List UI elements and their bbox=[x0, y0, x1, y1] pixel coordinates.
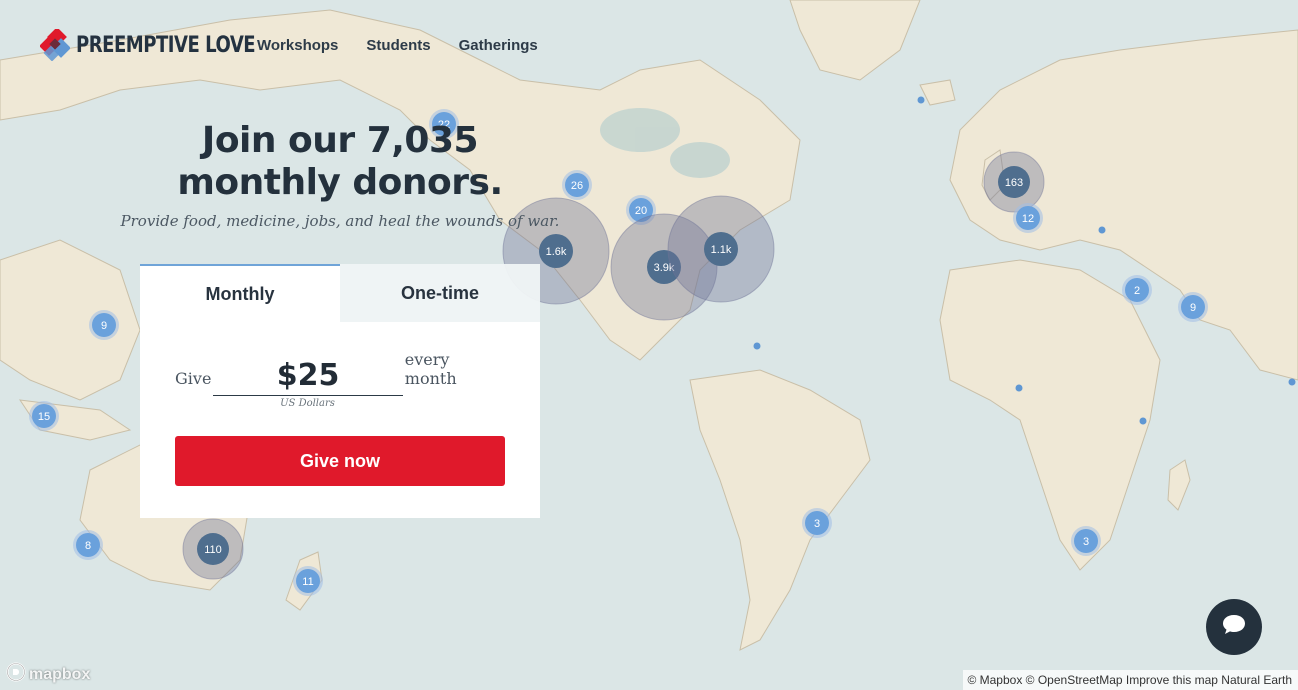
map-cluster-marker[interactable]: 3 bbox=[802, 508, 832, 538]
page-title: Join our 7,035 monthly donors. bbox=[140, 120, 540, 204]
map-point-marker[interactable] bbox=[753, 342, 761, 350]
brand-name: PREEMPTIVE LOVE bbox=[76, 32, 256, 58]
map-cluster-marker[interactable]: 3 bbox=[1071, 526, 1101, 556]
cluster-count: 15 bbox=[38, 411, 50, 423]
map-cluster-marker[interactable]: 2 bbox=[1122, 275, 1152, 305]
map-point-marker[interactable] bbox=[1015, 384, 1023, 392]
attribution-mapbox[interactable]: © Mapbox bbox=[967, 673, 1022, 687]
map-cluster-marker[interactable]: 9 bbox=[1178, 292, 1208, 322]
currency-note: US Dollars bbox=[280, 398, 335, 409]
mapbox-icon bbox=[6, 662, 26, 687]
cluster-count: 26 bbox=[571, 180, 583, 192]
map-cluster-marker[interactable]: 12 bbox=[1013, 203, 1043, 233]
nav-students[interactable]: Students bbox=[366, 37, 430, 54]
logo-diamond-icon bbox=[39, 27, 71, 62]
chat-button[interactable] bbox=[1206, 599, 1262, 655]
donate-form: Give every month US Dollars Give now bbox=[140, 322, 540, 518]
map-cluster-marker[interactable]: 163 bbox=[983, 151, 1045, 213]
map-cluster-marker[interactable]: 9 bbox=[89, 310, 119, 340]
cluster-count: 9 bbox=[101, 320, 107, 332]
nav-gatherings[interactable]: Gatherings bbox=[459, 37, 538, 54]
donate-card: Monthly One-time Give every month US Dol… bbox=[140, 264, 540, 518]
period-label: every month bbox=[404, 350, 457, 388]
cluster-count: 163 bbox=[1005, 177, 1023, 189]
tab-monthly[interactable]: Monthly bbox=[140, 264, 340, 322]
cluster-count: 11 bbox=[302, 576, 313, 588]
cluster-count: 1.1k bbox=[711, 244, 732, 256]
cluster-count: 20 bbox=[635, 205, 647, 217]
cluster-count: 2 bbox=[1134, 285, 1140, 297]
attribution-osm[interactable]: © OpenStreetMap bbox=[1026, 673, 1123, 687]
attribution-improve-map[interactable]: Improve this map bbox=[1126, 673, 1218, 687]
chat-bubble-icon bbox=[1220, 612, 1248, 643]
subheading: Provide food, medicine, jobs, and heal t… bbox=[120, 212, 560, 230]
cluster-count: 110 bbox=[204, 544, 222, 556]
mapbox-wordmark: mapbox bbox=[29, 665, 91, 683]
tab-one-time[interactable]: One-time bbox=[340, 264, 540, 322]
cluster-count: 8 bbox=[85, 540, 91, 552]
give-label: Give bbox=[175, 369, 212, 388]
map-point-marker[interactable] bbox=[1288, 378, 1296, 386]
map-attribution: © Mapbox © OpenStreetMap Improve this ma… bbox=[963, 670, 1298, 690]
map-cluster-marker[interactable]: 1.1k bbox=[667, 195, 775, 303]
headline-line-2: monthly donors. bbox=[177, 162, 503, 203]
amount-input[interactable] bbox=[213, 355, 403, 395]
cluster-count: 9 bbox=[1190, 302, 1196, 314]
map-cluster-marker[interactable]: 8 bbox=[73, 530, 103, 560]
cluster-count: 1.6k bbox=[546, 246, 567, 258]
headline-line-1: Join our 7,035 bbox=[201, 120, 479, 161]
amount-row: Give every month bbox=[175, 350, 505, 396]
map-point-marker[interactable] bbox=[917, 96, 925, 104]
amount-field-wrap bbox=[213, 355, 403, 396]
cluster-count: 3 bbox=[1083, 536, 1089, 548]
attribution-natural-earth[interactable]: Natural Earth bbox=[1221, 673, 1292, 687]
map-cluster-marker[interactable]: 110 bbox=[182, 518, 244, 580]
map-point-marker[interactable] bbox=[1139, 417, 1147, 425]
map-cluster-marker[interactable]: 15 bbox=[29, 401, 59, 431]
nav-workshops[interactable]: Workshops bbox=[257, 37, 338, 54]
top-nav: Workshops Students Gatherings bbox=[257, 37, 538, 54]
map-cluster-marker[interactable]: 26 bbox=[562, 170, 592, 200]
frequency-tabs: Monthly One-time bbox=[140, 264, 540, 322]
cluster-count: 3 bbox=[814, 518, 820, 530]
mapbox-logo[interactable]: mapbox bbox=[6, 662, 90, 687]
cluster-count: 12 bbox=[1022, 213, 1034, 225]
map-point-marker[interactable] bbox=[1098, 226, 1106, 234]
give-now-button[interactable]: Give now bbox=[175, 436, 505, 486]
map-cluster-marker[interactable]: 11 bbox=[293, 566, 323, 596]
